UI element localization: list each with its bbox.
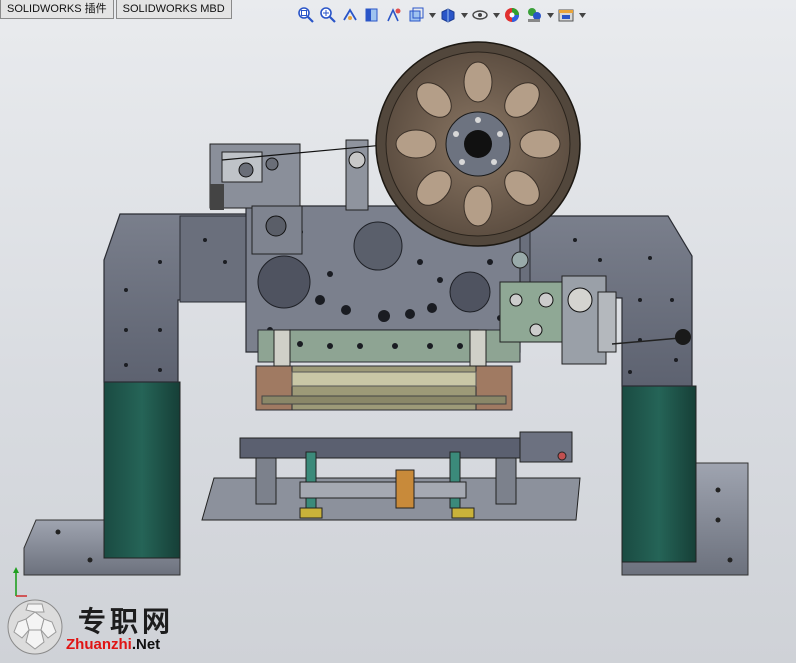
heads-up-view-toolbar [296,4,586,26]
watermark-logo: 专职网 Zhuanzhi.Net [6,598,196,660]
view-orientation-icon[interactable] [406,5,426,25]
reel-wheel [375,41,581,247]
press-beam [255,365,513,411]
view-orientation-dropdown-icon[interactable] [428,5,436,25]
command-manager-tabs: SOLIDWORKS 插件 SOLIDWORKS MBD [0,0,234,21]
tab-solidworks-addins[interactable]: SOLIDWORKS 插件 [0,0,114,19]
watermark-en-red: Zhuanzhi [66,636,132,653]
hide-show-items-icon[interactable] [470,5,490,25]
assembly-model[interactable] [0,0,796,663]
zoom-to-fit-icon[interactable] [296,5,316,25]
coordinate-triad-icon [13,567,27,597]
tab-solidworks-mbd[interactable]: SOLIDWORKS MBD [115,0,232,19]
apply-scene-icon[interactable] [524,5,544,25]
zoom-to-area-icon[interactable] [318,5,338,25]
watermark-en-black: .Net [131,636,161,653]
vertical-post [345,139,369,211]
dynamic-annotation-icon[interactable] [384,5,404,25]
edit-appearance-icon[interactable] [502,5,522,25]
display-style-dropdown-icon[interactable] [460,5,468,25]
lower-fixture [201,431,581,521]
previous-view-icon[interactable] [340,5,360,25]
watermark-cn-text: 专职网 [78,605,175,638]
section-view-icon[interactable] [362,5,382,25]
soccer-ball-logo-icon [7,599,63,655]
right-leg [621,385,697,563]
left-leg [103,381,181,559]
graphics-viewport[interactable]: SOLIDWORKS 插件 SOLIDWORKS MBD 专职网 Zhuanzh… [0,0,796,663]
display-style-icon[interactable] [438,5,458,25]
hide-show-dropdown-icon[interactable] [492,5,500,25]
watermark-en-text: Zhuanzhi.Net [66,636,160,653]
apply-scene-dropdown-icon[interactable] [546,5,554,25]
view-settings-dropdown-icon[interactable] [578,5,586,25]
view-settings-icon[interactable] [556,5,576,25]
